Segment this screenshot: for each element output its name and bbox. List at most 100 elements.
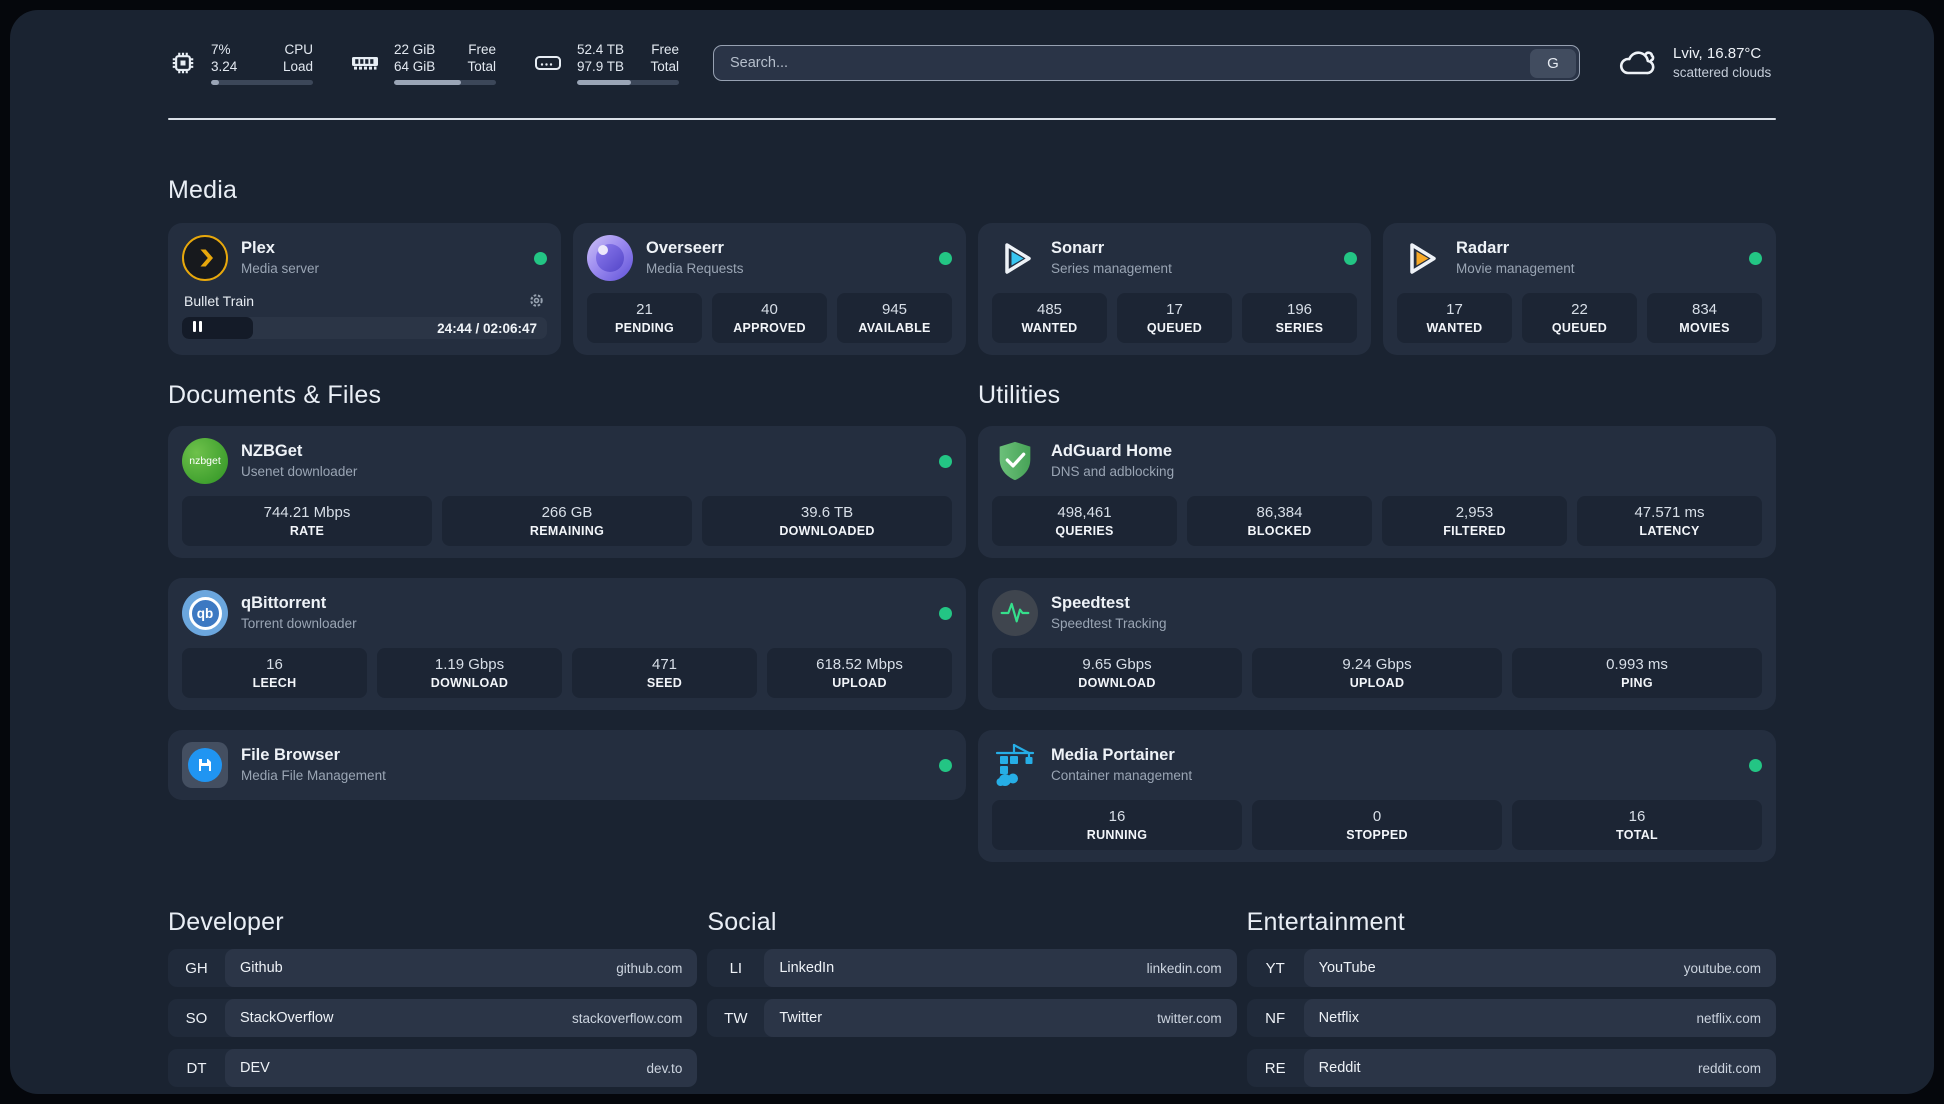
top-bar: 7% CPU 3.24 Load 22 GiB Free 64 GiB Tota… [168,38,1776,88]
service-card-portainer[interactable]: Media Portainer Container management 16 … [978,730,1776,862]
stat-box: 485 WANTED [992,293,1107,343]
service-card-nzbget[interactable]: nzbget NZBGet Usenet downloader 744.21 M… [168,426,966,558]
stat-box: 2,953 FILTERED [1382,496,1567,546]
bookmark-github[interactable]: GH Github github.com [168,949,698,987]
service-desc: Media server [241,261,320,276]
stat-label: QUEUED [1551,321,1608,335]
status-dot [534,251,547,265]
stat-value: 9.24 Gbps [1342,656,1412,673]
bookmark-linkedin[interactable]: LI LinkedIn linkedin.com [707,949,1237,987]
stat-label: UPLOAD [1349,676,1405,690]
stat-label: BLOCKED [1247,524,1312,538]
stat-box: 0.993 ms PING [1512,648,1762,698]
service-desc: Usenet downloader [241,464,358,479]
bookmark-dev[interactable]: DT DEV dev.to [168,1049,698,1087]
status-dot [1749,758,1762,772]
stat-box: 17 WANTED [1397,293,1512,343]
status-dot [939,758,952,772]
service-card-qbittorrent[interactable]: qb qBittorrent Torrent downloader 16 LEE… [168,578,966,710]
gear-icon[interactable] [528,292,545,309]
stat-label: MOVIES [1679,321,1730,335]
pause-button[interactable] [193,319,205,337]
stat-box: 618.52 Mbps UPLOAD [767,648,952,698]
bookmark-youtube[interactable]: YT YouTube youtube.com [1246,949,1776,987]
search-input[interactable] [714,55,1530,71]
stat-label: RUNNING [1086,828,1148,842]
stat-label: TOTAL [1615,828,1658,842]
bookmark-url: stackoverflow.com [572,1010,683,1026]
bookmark-abbr: RE [1264,1059,1286,1077]
stat-box: 86,384 BLOCKED [1187,496,1372,546]
cpu-load-label: Load [282,59,313,74]
stat-value: 40 [761,301,778,318]
stat-value: 86,384 [1256,504,1303,521]
status-dot [939,454,952,468]
stat-box: 39.6 TB DOWNLOADED [702,496,952,546]
service-card-plex[interactable]: Plex Media server Bullet Train 24:44 / 0… [168,223,561,355]
service-card-sonarr[interactable]: Sonarr Series management 485 WANTED 17 Q… [978,223,1371,355]
entertainment-section-title: Entertainment [1246,908,1405,936]
bookmark-abbr: SO [185,1009,208,1027]
bookmark-twitter[interactable]: TW Twitter twitter.com [707,999,1237,1037]
stat-label: SEED [646,676,683,690]
disk-total-label: Total [650,59,679,74]
service-card-radarr[interactable]: Radarr Movie management 17 WANTED 22 QUE… [1383,223,1776,355]
bookmark-name: DEV [240,1060,270,1076]
stat-value: 22 [1571,301,1588,318]
section-media: Media Plex Media server Bullet Train 24:… [168,176,1776,355]
stat-box: 9.65 Gbps DOWNLOAD [992,648,1242,698]
service-name: File Browser [241,746,341,764]
stat-box: 47.571 ms LATENCY [1577,496,1762,546]
stat-box: 834 MOVIES [1647,293,1762,343]
bookmark-name: Github [240,960,283,976]
service-card-adguard[interactable]: AdGuard Home DNS and adblocking 498,461 … [978,426,1776,558]
stat-box: 17 QUEUED [1117,293,1232,343]
bookmark-name: Twitter [779,1010,823,1026]
service-name: AdGuard Home [1051,442,1173,460]
stat-value: 21 [636,301,653,318]
developer-section-title: Developer [168,908,284,936]
utilities-section-title: Utilities [978,381,1061,409]
stat-box: 744.21 Mbps RATE [182,496,432,546]
stat-value: 2,953 [1455,504,1494,521]
memory-total-value: 64 GiB [394,59,436,74]
stat-value: 618.52 Mbps [816,656,903,673]
stat-label: RATE [289,524,325,538]
service-card-filebrowser[interactable]: File Browser Media File Management [168,730,966,800]
stat-value: 1.19 Gbps [434,656,505,673]
cpu-progress-bar [211,80,313,85]
stat-value: 485 [1036,301,1063,318]
bookmark-stackoverflow[interactable]: SO StackOverflow stackoverflow.com [168,999,698,1037]
memory-total-label: Total [467,59,496,74]
stat-value: 834 [1691,301,1718,318]
nzbget-icon: nzbget [182,438,228,484]
status-dot [939,606,952,620]
service-desc: Series management [1051,261,1172,276]
stat-box: 22 QUEUED [1522,293,1637,343]
stat-label: PENDING [614,321,675,335]
memory-free-label: Free [468,42,496,57]
search-engine-button[interactable]: G [1530,48,1576,78]
bookmark-url: linkedin.com [1146,960,1222,976]
service-card-speedtest[interactable]: Speedtest Speedtest Tracking 9.65 Gbps D… [978,578,1776,710]
stat-box: 16 LEECH [182,648,367,698]
stat-value: 498,461 [1057,504,1112,521]
floppy-icon [199,759,211,771]
stat-box: 945 AVAILABLE [837,293,952,343]
bookmark-netflix[interactable]: NF Netflix netflix.com [1246,999,1776,1037]
social-section-title: Social [707,908,777,936]
stat-label: DOWNLOADED [779,524,875,538]
section-entertainment: Entertainment YT YouTube youtube.com NF … [1246,908,1776,1087]
stat-box: 16 RUNNING [992,800,1242,850]
service-card-overseerr[interactable]: Overseerr Media Requests 21 PENDING 40 A… [573,223,966,355]
stat-value: 16 [1628,808,1646,825]
stat-box: 471 SEED [572,648,757,698]
bookmark-name: Netflix [1318,1010,1359,1026]
cpu-load-value: 3.24 [211,59,238,74]
service-name: Sonarr [1051,239,1105,257]
bookmark-reddit[interactable]: RE Reddit reddit.com [1246,1049,1776,1087]
weather-location-temp: Lviv, 16.87°C [1673,45,1762,62]
stat-label: AVAILABLE [858,321,931,335]
memory-icon [352,57,378,70]
plex-icon [182,235,228,281]
